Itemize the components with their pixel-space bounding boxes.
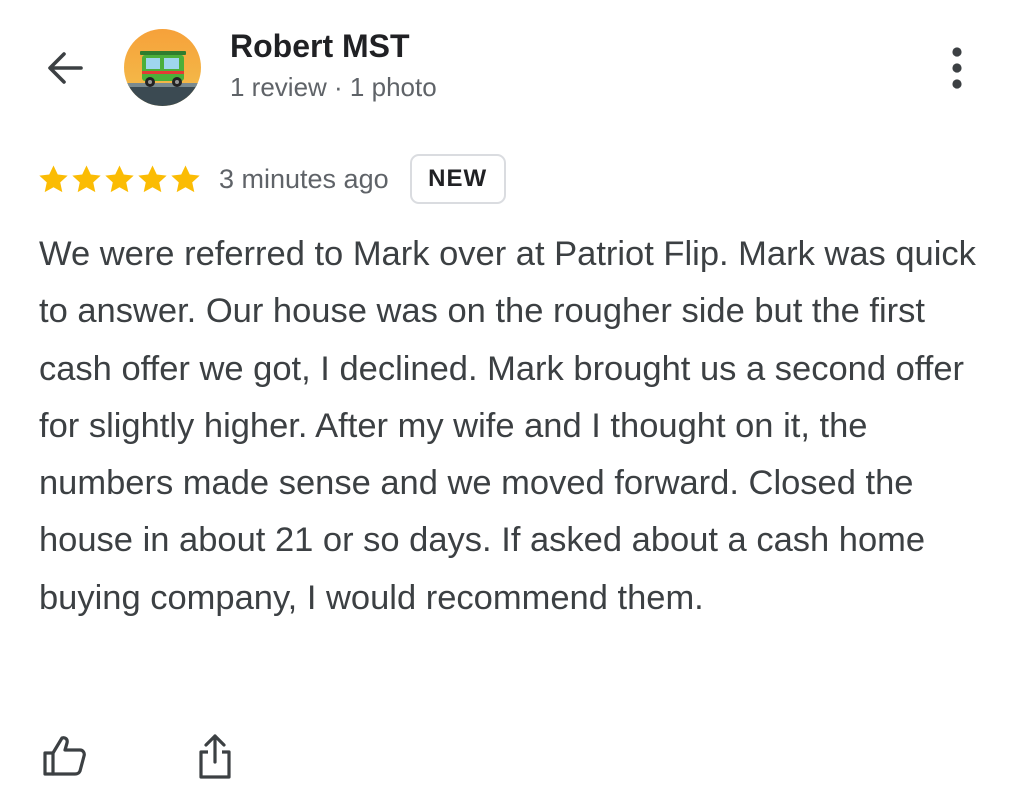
share-button[interactable] xyxy=(188,728,242,784)
star-icon xyxy=(105,164,134,192)
star-icon xyxy=(72,164,101,192)
reviewer-header: Robert MST 1 review · 1 photo xyxy=(0,0,1024,130)
review-text: We were referred to Mark over at Patriot… xyxy=(39,235,976,617)
avatar-image xyxy=(124,29,201,106)
more-vert-icon xyxy=(952,47,962,89)
share-icon xyxy=(199,734,231,779)
new-badge: NEW xyxy=(409,154,506,204)
star-rating xyxy=(37,163,202,196)
star-icon xyxy=(171,164,200,192)
star-icon xyxy=(138,164,167,192)
more-options-button[interactable] xyxy=(934,40,980,96)
like-button[interactable] xyxy=(36,730,92,782)
review-actions xyxy=(0,726,1024,786)
review-rating-row: 3 minutes ago NEW xyxy=(37,152,506,206)
back-button[interactable] xyxy=(40,44,90,92)
star-icon xyxy=(39,164,68,192)
reviewer-meta: 1 review · 1 photo xyxy=(230,72,437,102)
review-time: 3 minutes ago xyxy=(219,163,389,194)
avatar[interactable] xyxy=(124,29,201,106)
arrow-back-icon xyxy=(48,52,83,84)
thumbs-up-icon xyxy=(43,736,86,776)
reviewer-name[interactable]: Robert MST xyxy=(230,28,410,65)
